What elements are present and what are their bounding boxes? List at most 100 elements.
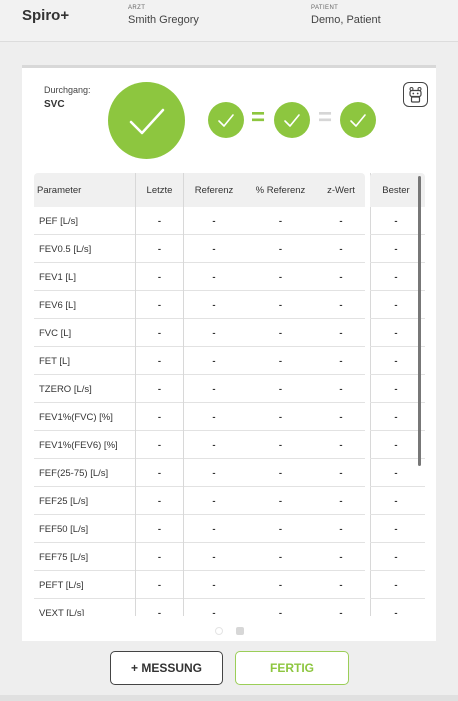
cell-pct-referenz: -: [278, 243, 283, 255]
cell-z-wert: -: [339, 411, 343, 423]
cell-bester: -: [394, 355, 398, 367]
cell-pct-referenz: -: [278, 355, 283, 367]
equals-sign-active: =: [251, 104, 266, 131]
cell-referenz: -: [212, 243, 216, 255]
cell-z-wert: -: [339, 327, 343, 339]
cell-pct-referenz: -: [278, 215, 283, 227]
best-row: -: [370, 263, 425, 291]
cell-referenz: -: [212, 327, 216, 339]
cell-z-wert: -: [339, 439, 343, 451]
cell-pct-referenz: -: [278, 383, 283, 395]
cell-parameter: FET [L]: [39, 355, 70, 367]
measurement-card: Durchgang: SVC = = Parameter Letzte Refe…: [22, 65, 436, 641]
cell-pct-referenz: -: [278, 579, 283, 591]
header-bester: Bester: [382, 184, 410, 196]
done-button[interactable]: FERTIG: [235, 651, 349, 685]
cell-z-wert: -: [339, 215, 343, 227]
cell-referenz: -: [212, 355, 216, 367]
cell-pct-referenz: -: [278, 439, 283, 451]
cell-referenz: -: [212, 579, 216, 591]
best-row: -: [370, 515, 425, 543]
cell-bester: -: [394, 271, 398, 283]
cell-referenz: -: [212, 607, 216, 617]
cell-pct-referenz: -: [278, 607, 283, 617]
doctor-info: ARZT Smith Gregory: [128, 5, 199, 26]
cell-letzte: -: [135, 319, 184, 347]
cell-z-wert: -: [339, 355, 343, 367]
cell-parameter: FEF(25-75) [L/s]: [39, 467, 109, 479]
cell-bester: -: [394, 215, 398, 227]
best-row: -: [370, 403, 425, 431]
best-row: -: [370, 431, 425, 459]
cell-bester: -: [394, 495, 398, 507]
table-row: FEF25 [L/s] - - - -: [34, 487, 365, 515]
table-row: FEV0.5 [L/s] - - - -: [34, 235, 365, 263]
cell-pct-referenz: -: [278, 327, 283, 339]
header-referenz: Referenz: [194, 184, 234, 196]
cell-letzte: -: [135, 459, 184, 487]
best-row: -: [370, 599, 425, 617]
cell-bester: -: [394, 523, 398, 535]
cell-z-wert: -: [339, 551, 343, 563]
doctor-name: Smith Gregory: [128, 14, 199, 26]
best-row: -: [370, 291, 425, 319]
table-row: FEV1%(FEV6) [%] - - - -: [34, 431, 365, 459]
pass-caption: Durchgang:: [44, 85, 91, 95]
table-header: Parameter Letzte Referenz % Referenz z-W…: [34, 173, 365, 207]
cell-parameter: FEV6 [L]: [39, 299, 76, 311]
table-row: PEF [L/s] - - - -: [34, 207, 365, 235]
table-row: FEF75 [L/s] - - - -: [34, 543, 365, 571]
cell-letzte: -: [135, 431, 184, 459]
cell-bester: -: [394, 607, 398, 617]
patient-caption: PATIENT: [311, 5, 339, 11]
cell-parameter: FVC [L]: [39, 327, 72, 339]
cell-parameter: TZERO [L/s]: [39, 383, 92, 395]
cell-z-wert: -: [339, 299, 343, 311]
cell-referenz: -: [212, 299, 216, 311]
best-row: -: [370, 319, 425, 347]
page-indicator-1[interactable]: [215, 627, 223, 635]
table-row: PEFT [L/s] - - - -: [34, 571, 365, 599]
cell-parameter: FEF75 [L/s]: [39, 551, 89, 563]
cell-parameter: FEF25 [L/s]: [39, 495, 89, 507]
cell-letzte: -: [135, 375, 184, 403]
best-row: -: [370, 459, 425, 487]
cell-pct-referenz: -: [278, 411, 283, 423]
robot-button[interactable]: [403, 82, 428, 107]
cell-pct-referenz: -: [278, 523, 283, 535]
cell-parameter: PEF [L/s]: [39, 215, 79, 227]
best-table: Bester - - - - - - - - - - - - - - -: [370, 173, 425, 616]
cell-z-wert: -: [339, 383, 343, 395]
header-letzte: Letzte: [135, 173, 184, 207]
robot-icon: [409, 87, 422, 103]
cell-referenz: -: [212, 551, 216, 563]
cell-bester: -: [394, 243, 398, 255]
cell-parameter: VEXT [L/s]: [39, 607, 85, 617]
header-parameter: Parameter: [37, 184, 82, 196]
cell-letzte: -: [135, 487, 184, 515]
pass-value: SVC: [44, 99, 65, 110]
cell-letzte: -: [135, 403, 184, 431]
cell-referenz: -: [212, 523, 216, 535]
best-row: -: [370, 347, 425, 375]
big-check-icon: [108, 82, 185, 159]
cell-letzte: -: [135, 571, 184, 599]
bottom-bar: [0, 695, 458, 701]
cell-letzte: -: [135, 543, 184, 571]
page-indicator-2[interactable]: [236, 627, 244, 635]
table-row: TZERO [L/s] - - - -: [34, 375, 365, 403]
cell-pct-referenz: -: [278, 495, 283, 507]
equals-sign-inactive: =: [318, 104, 333, 131]
table-row: FEF(25-75) [L/s] - - - -: [34, 459, 365, 487]
table-row: FEF50 [L/s] - - - -: [34, 515, 365, 543]
add-measurement-button[interactable]: + MESSUNG: [110, 651, 223, 685]
cell-parameter: PEFT [L/s]: [39, 579, 84, 591]
cell-referenz: -: [212, 439, 216, 451]
best-row: -: [370, 571, 425, 599]
table-scrollbar[interactable]: [418, 176, 421, 466]
cell-referenz: -: [212, 271, 216, 283]
cell-bester: -: [394, 439, 398, 451]
best-row: -: [370, 543, 425, 571]
app-title: Spiro+: [22, 7, 70, 24]
cell-bester: -: [394, 467, 398, 479]
